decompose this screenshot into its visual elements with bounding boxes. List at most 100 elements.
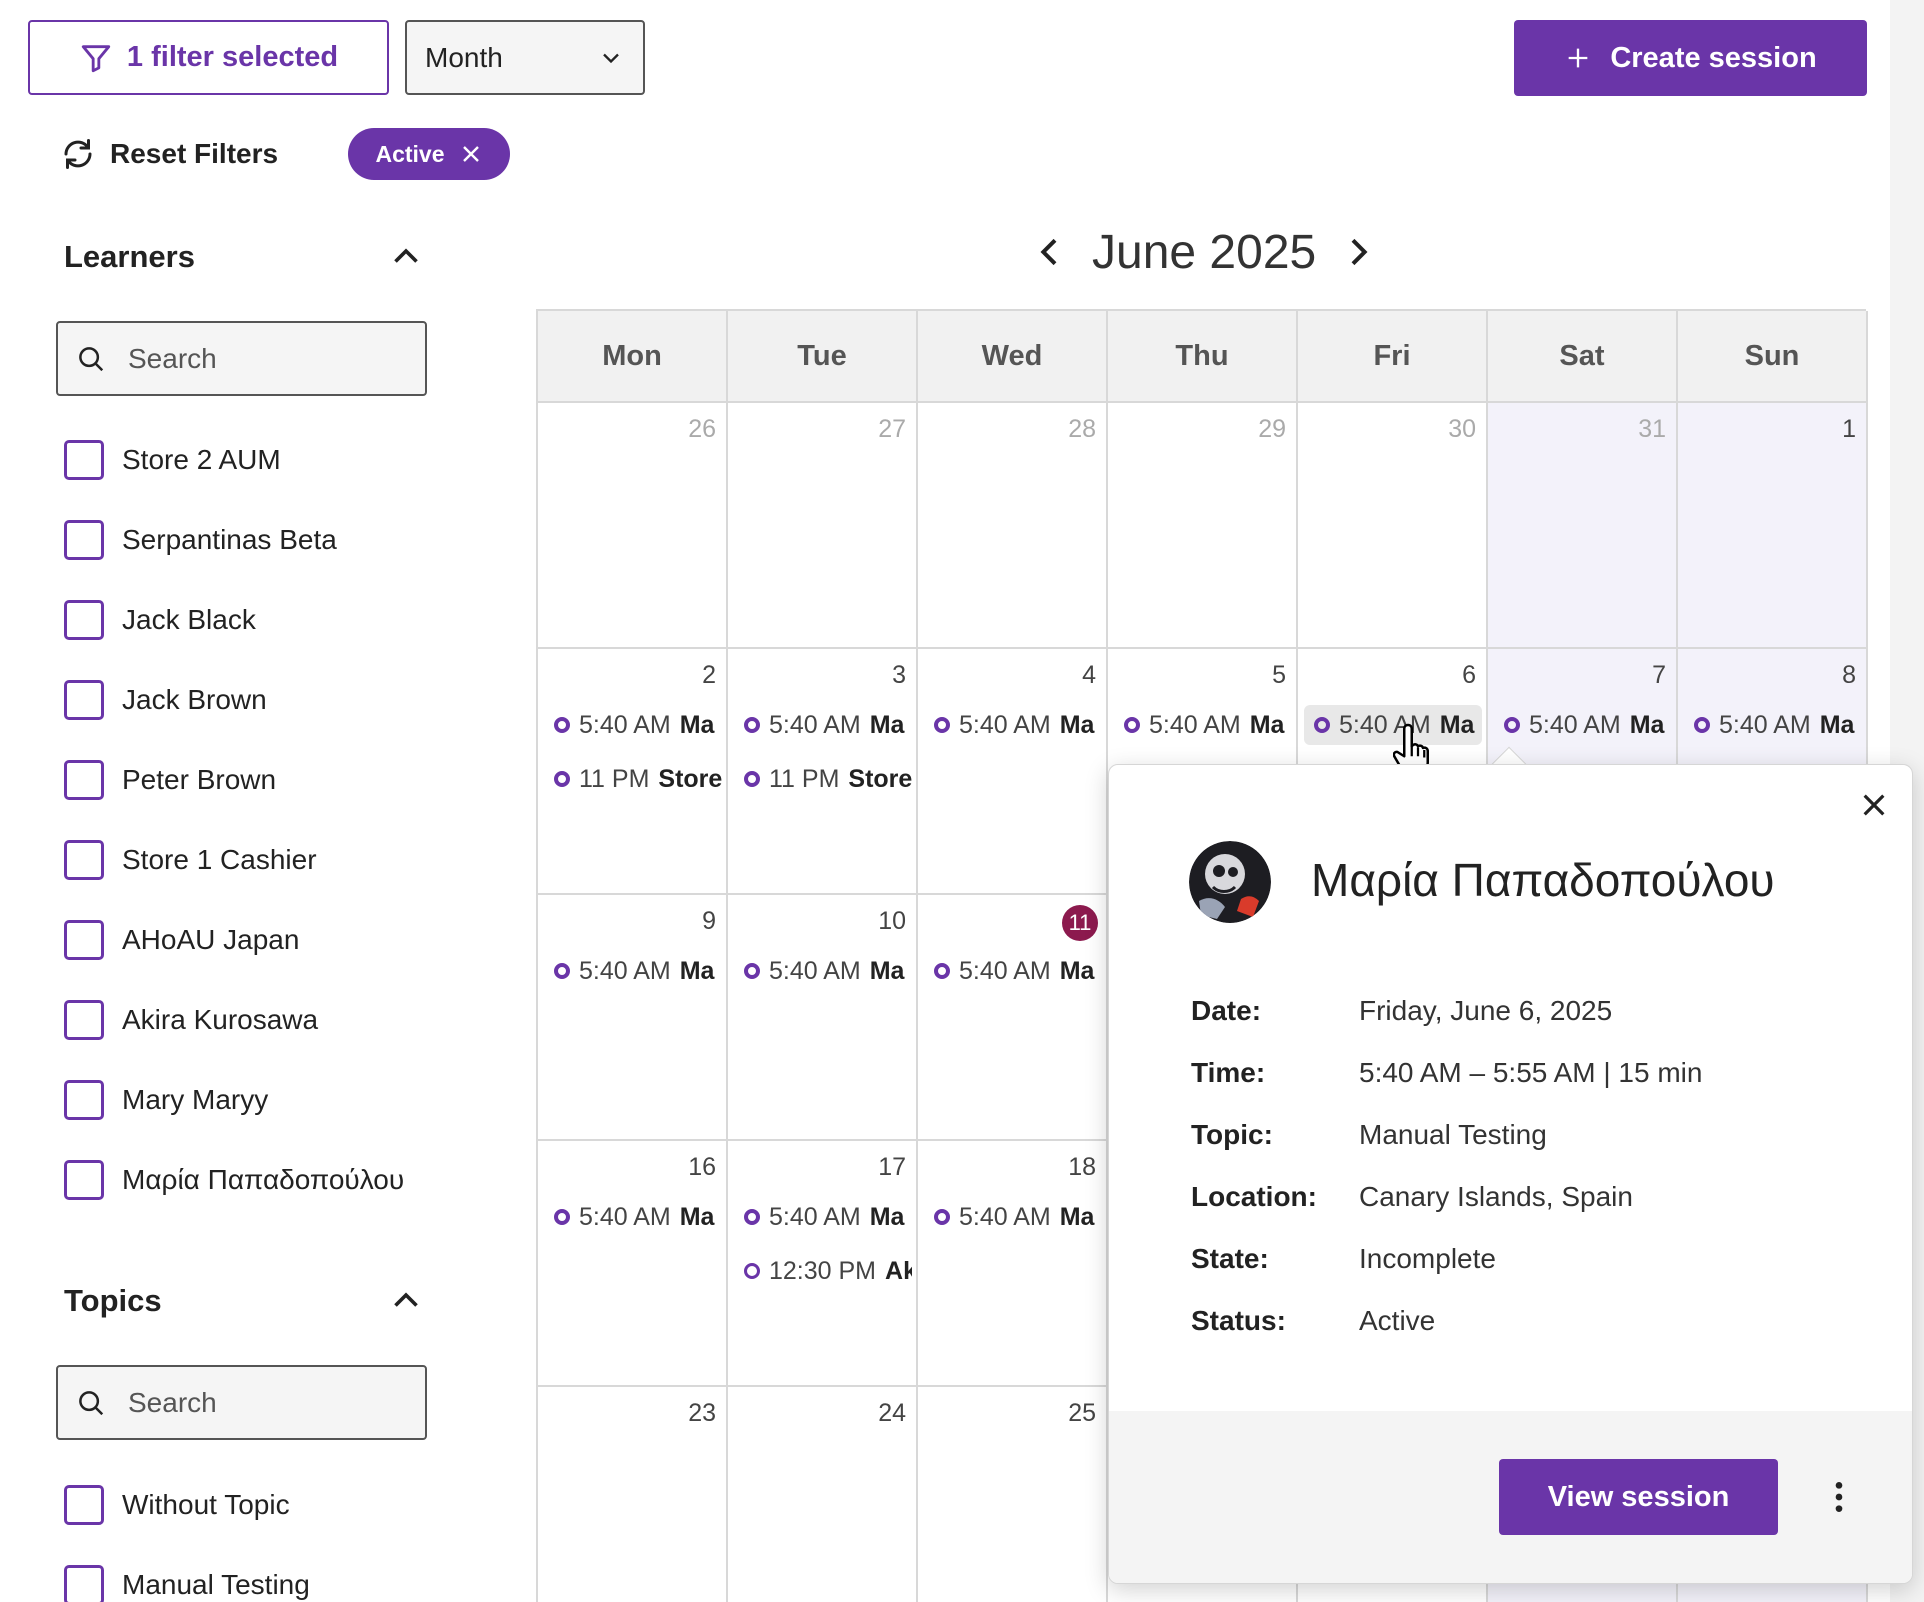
learners-search-input[interactable]: Search [56, 321, 427, 396]
checkbox-row[interactable]: Jack Brown [64, 678, 267, 722]
checkbox-row[interactable]: Without Topic [64, 1483, 290, 1527]
checkbox-row[interactable]: Jack Black [64, 598, 256, 642]
calendar-event[interactable]: 5:40 AM Ma [734, 1197, 912, 1237]
calendar-event[interactable]: 5:40 AM Ma [1114, 705, 1292, 745]
checkbox[interactable] [64, 680, 104, 720]
checkbox-row[interactable]: Store 2 AUM [64, 438, 281, 482]
day-cell[interactable]: 18 5:40 AM Ma [918, 1141, 1108, 1387]
calendar-event[interactable]: 11 PM Store [734, 759, 912, 799]
session-detail-row: Location: Canary Islands, Spain [1191, 1177, 1633, 1217]
view-select[interactable]: Month [405, 20, 645, 95]
checkbox[interactable] [64, 600, 104, 640]
calendar-event[interactable]: 5:40 AM Ma [544, 1197, 722, 1237]
checkbox-row[interactable]: Mary Maryy [64, 1078, 268, 1122]
calendar-event[interactable]: 5:40 AM Ma [734, 705, 912, 745]
day-cell[interactable]: 16 5:40 AM Ma [538, 1141, 728, 1387]
day-number: 8 [1842, 661, 1856, 689]
calendar-event[interactable]: 5:40 AM Ma [924, 1197, 1102, 1237]
day-cell[interactable]: 25 [918, 1387, 1108, 1602]
event-status-dot [934, 717, 950, 733]
calendar-event[interactable]: 5:40 AM Ma [924, 951, 1102, 991]
checkbox[interactable] [64, 440, 104, 480]
day-cell[interactable]: 11 5:40 AM Ma [918, 895, 1108, 1141]
day-number: 25 [1068, 1399, 1096, 1427]
checkbox[interactable] [64, 1000, 104, 1040]
day-cell[interactable]: 31 [1488, 403, 1678, 649]
detail-label: State: [1191, 1243, 1269, 1274]
calendar-event[interactable]: 5:40 AM Ma [924, 705, 1102, 745]
checkbox[interactable] [64, 1565, 104, 1602]
calendar-event[interactable]: 5:40 AM Ma [1304, 705, 1482, 745]
chevron-up-icon[interactable] [388, 1283, 424, 1319]
popover-learner-name: Μαρία Παπαδοπούλου [1311, 854, 1775, 906]
reset-filters-button[interactable]: Reset Filters [60, 132, 278, 176]
checkbox[interactable] [64, 1160, 104, 1200]
month-navigation: June 2025 [1030, 222, 1378, 282]
day-cell[interactable]: 26 [538, 403, 728, 649]
checkbox[interactable] [64, 1485, 104, 1525]
day-cell[interactable]: 2 5:40 AM Ma 11 PM Store [538, 649, 728, 895]
filter-button[interactable]: 1 filter selected [28, 20, 389, 95]
checkbox-label: Store 1 Cashier [122, 844, 317, 875]
event-status-dot [1694, 717, 1710, 733]
more-options-icon[interactable] [1819, 1477, 1859, 1517]
event-status-dot [1314, 717, 1330, 733]
event-status-dot [744, 771, 760, 787]
chevron-left-icon[interactable] [1030, 232, 1070, 272]
day-cell[interactable]: 1 [1678, 403, 1868, 649]
day-cell[interactable]: 29 [1108, 403, 1298, 649]
day-cell[interactable]: 4 5:40 AM Ma [918, 649, 1108, 895]
day-cell[interactable]: 23 [538, 1387, 728, 1602]
day-cell[interactable]: 24 [728, 1387, 918, 1602]
chevron-up-icon[interactable] [388, 239, 424, 275]
event-time: 5:40 AM [1149, 710, 1241, 739]
day-cell[interactable]: 27 [728, 403, 918, 649]
checkbox-row[interactable]: Manual Testing [64, 1563, 310, 1602]
day-number: 23 [688, 1399, 716, 1427]
checkbox-row[interactable]: Akira Kurosawa [64, 998, 318, 1042]
day-number: 4 [1082, 661, 1096, 689]
checkbox[interactable] [64, 760, 104, 800]
checkbox[interactable] [64, 840, 104, 880]
day-cell[interactable]: 10 5:40 AM Ma [728, 895, 918, 1141]
event-status-dot [1504, 717, 1520, 733]
checkbox[interactable] [64, 520, 104, 560]
day-cell[interactable]: 30 [1298, 403, 1488, 649]
view-session-button[interactable]: View session [1499, 1459, 1778, 1535]
checkbox-row[interactable]: AHoAU Japan [64, 918, 299, 962]
checkbox-label: Jack Brown [122, 684, 267, 715]
close-icon[interactable] [1858, 789, 1890, 821]
calendar-event[interactable]: 5:40 AM Ma [544, 705, 722, 745]
day-cell[interactable]: 9 5:40 AM Ma [538, 895, 728, 1141]
close-icon[interactable] [459, 142, 483, 166]
calendar-event[interactable]: 5:40 AM Ma [734, 951, 912, 991]
topics-search-input[interactable]: Search [56, 1365, 427, 1440]
calendar-event[interactable]: 5:40 AM Ma [1684, 705, 1862, 745]
event-status-dot [1124, 717, 1140, 733]
checkbox-label: Μαρία Παπαδοπούλου [122, 1164, 405, 1195]
calendar-event[interactable]: 5:40 AM Ma [544, 951, 722, 991]
weekday-header: Sat [1488, 311, 1678, 403]
active-filter-chip[interactable]: Active [348, 128, 510, 180]
checkbox-row[interactable]: Μαρία Παπαδοπούλου [64, 1158, 404, 1202]
create-session-button[interactable]: Create session [1514, 20, 1867, 96]
topics-section-header[interactable]: Topics [64, 1276, 424, 1326]
checkbox-row[interactable]: Peter Brown [64, 758, 276, 802]
checkbox[interactable] [64, 1080, 104, 1120]
day-cell[interactable]: 28 [918, 403, 1108, 649]
learners-section-header[interactable]: Learners [64, 232, 424, 282]
checkbox-row[interactable]: Store 1 Cashier [64, 838, 317, 882]
calendar-event[interactable]: 12:30 PM Ak [734, 1251, 912, 1291]
day-cell[interactable]: 17 5:40 AM Ma 12:30 PM Ak [728, 1141, 918, 1387]
calendar-event[interactable]: 11 PM Store [544, 759, 722, 799]
checkbox-row[interactable]: Serpantinas Beta [64, 518, 337, 562]
checkbox-label: Manual Testing [122, 1569, 310, 1600]
chevron-right-icon[interactable] [1338, 232, 1378, 272]
day-number: 31 [1638, 415, 1666, 443]
day-cell[interactable]: 3 5:40 AM Ma 11 PM Store [728, 649, 918, 895]
detail-label: Location: [1191, 1181, 1317, 1212]
event-status-dot [554, 771, 570, 787]
detail-value: Manual Testing [1359, 1119, 1547, 1150]
calendar-event[interactable]: 5:40 AM Ma [1494, 705, 1672, 745]
checkbox[interactable] [64, 920, 104, 960]
